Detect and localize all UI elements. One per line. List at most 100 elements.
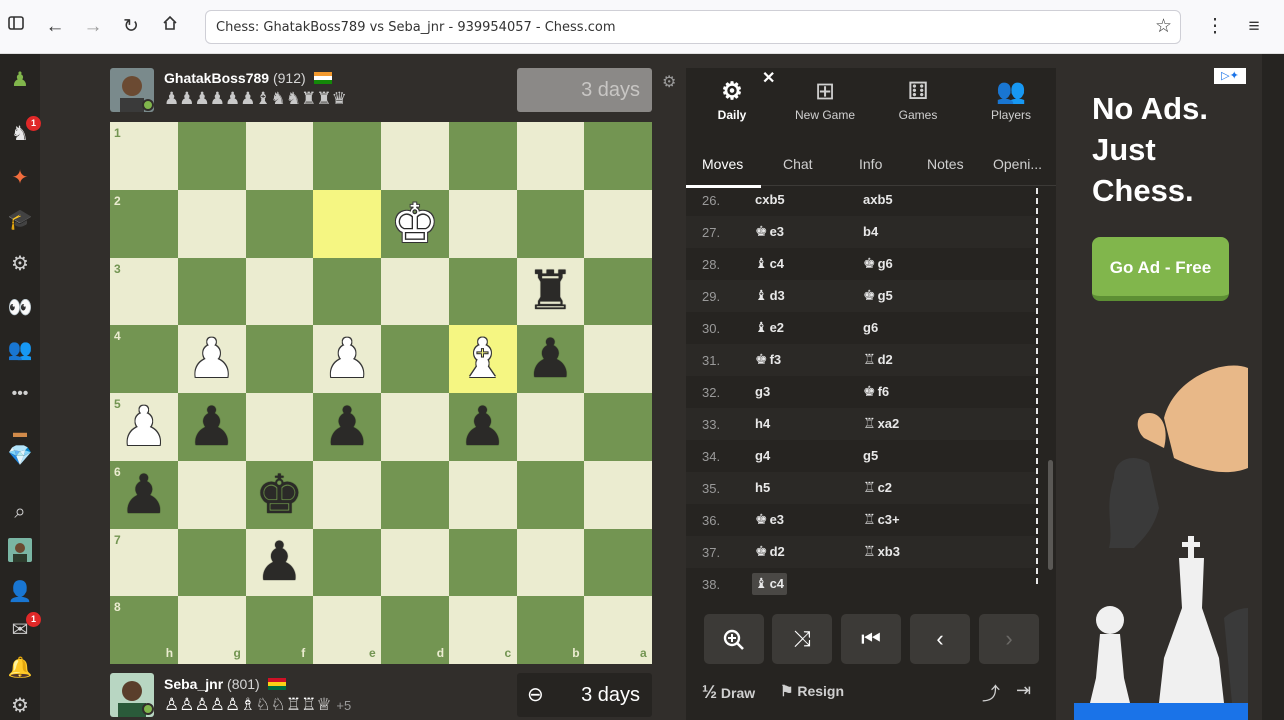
- bottom-player-username[interactable]: Seba_jnr: [164, 676, 223, 692]
- white-move[interactable]: ♝ c4: [752, 253, 787, 275]
- board-square[interactable]: [313, 460, 381, 529]
- learn-cap-icon[interactable]: 🎓: [6, 206, 34, 234]
- board-square[interactable]: [381, 393, 449, 461]
- black-move[interactable]: b4: [860, 221, 881, 243]
- white-move[interactable]: ♝ d3: [752, 285, 788, 307]
- black-king-piece[interactable]: ♚: [246, 461, 314, 529]
- first-move-button[interactable]: ⏮: [841, 614, 901, 664]
- flip-board-button[interactable]: ⤨: [772, 614, 832, 664]
- sidebar-toggle-icon[interactable]: [3, 14, 29, 40]
- board-square[interactable]: [516, 189, 585, 258]
- board-square[interactable]: [448, 122, 517, 190]
- bell-icon[interactable]: 🔔: [6, 654, 34, 682]
- black-move[interactable]: ♖ xa2: [860, 413, 902, 435]
- settings-icon[interactable]: ⚙: [6, 692, 34, 720]
- share-icon[interactable]: ⤴: [982, 680, 1000, 706]
- address-bar[interactable]: Chess: GhatakBoss789 vs Seba_jnr - 93995…: [205, 10, 1181, 44]
- black-pawn-piece[interactable]: ♟: [178, 393, 246, 461]
- black-move[interactable]: ♖ c2: [860, 477, 895, 499]
- white-move[interactable]: cxb5: [752, 189, 788, 211]
- board-square[interactable]: [245, 122, 314, 190]
- white-move[interactable]: g3: [752, 381, 773, 403]
- close-icon[interactable]: ✕: [762, 68, 775, 88]
- tab-moves[interactable]: Moves: [702, 156, 743, 172]
- bookmark-star-icon[interactable]: ☆: [1155, 15, 1172, 38]
- black-pawn-piece[interactable]: ♟: [449, 393, 517, 461]
- board-square[interactable]: [313, 528, 381, 597]
- kebab-menu-icon[interactable]: ⋮: [1202, 14, 1228, 40]
- hamburger-menu-icon[interactable]: ≡: [1241, 14, 1267, 40]
- analysis-icon[interactable]: ⚙: [6, 250, 34, 278]
- black-pawn-piece[interactable]: ♟: [246, 529, 314, 597]
- white-pawn-piece[interactable]: ♟: [178, 325, 246, 393]
- export-icon[interactable]: ⇥: [1016, 680, 1031, 701]
- go-ad-free-button[interactable]: Go Ad - Free: [1092, 237, 1229, 301]
- top-player-username[interactable]: GhatakBoss789: [164, 70, 269, 86]
- board-square[interactable]: [516, 528, 585, 597]
- board-square[interactable]: [584, 325, 652, 393]
- board-square[interactable]: [381, 325, 449, 393]
- white-move[interactable]: ♝ e2: [752, 317, 787, 339]
- board-square[interactable]: [245, 393, 314, 461]
- board-square[interactable]: [448, 257, 517, 326]
- forward-icon[interactable]: →: [80, 14, 106, 40]
- white-bishop-piece[interactable]: ♝: [449, 325, 517, 393]
- white-move[interactable]: h5: [752, 477, 773, 499]
- black-move[interactable]: ♚ f6: [860, 381, 892, 403]
- tab-openings[interactable]: Openi...: [993, 156, 1042, 172]
- board-square[interactable]: [381, 122, 449, 190]
- nav-games[interactable]: ⚅ Games: [872, 76, 964, 122]
- board-square[interactable]: [584, 257, 652, 326]
- board-square[interactable]: [516, 393, 585, 461]
- black-pawn-piece[interactable]: ♟: [110, 461, 178, 529]
- board-square[interactable]: [381, 460, 449, 529]
- search-icon[interactable]: ⌕: [6, 498, 34, 526]
- white-pawn-piece[interactable]: ♟: [313, 325, 381, 393]
- white-pawn-piece[interactable]: ♟: [110, 393, 178, 461]
- resign-button[interactable]: ⚑ Resign: [780, 682, 844, 700]
- board-square[interactable]: [313, 189, 381, 258]
- board-square[interactable]: [516, 122, 585, 190]
- top-player-name[interactable]: GhatakBoss789 (912): [164, 70, 332, 86]
- black-pawn-piece[interactable]: ♟: [517, 325, 585, 393]
- pawn-logo-icon[interactable]: ♟: [6, 66, 34, 94]
- black-move[interactable]: ♖ xb3: [860, 541, 903, 563]
- white-move[interactable]: ♚ e3: [752, 509, 787, 531]
- reload-icon[interactable]: ↻: [118, 14, 144, 40]
- board-square[interactable]: [584, 393, 652, 461]
- next-move-button[interactable]: ›: [979, 614, 1039, 664]
- home-icon[interactable]: [157, 14, 183, 40]
- board-square[interactable]: [584, 189, 652, 258]
- board-square[interactable]: [245, 257, 314, 326]
- friends-icon[interactable]: 👤: [6, 578, 34, 606]
- previous-move-button[interactable]: ‹: [910, 614, 970, 664]
- board-square[interactable]: [313, 122, 381, 190]
- black-move[interactable]: ♚ g5: [860, 285, 896, 307]
- tab-chat[interactable]: Chat: [783, 156, 813, 172]
- black-move[interactable]: ♖ d2: [860, 349, 896, 371]
- board-square[interactable]: [177, 528, 246, 597]
- board-square[interactable]: [448, 528, 517, 597]
- analyze-button[interactable]: [704, 614, 764, 664]
- nav-new-game[interactable]: ⊞ New Game: [779, 76, 871, 122]
- black-pawn-piece[interactable]: ♟: [313, 393, 381, 461]
- tab-notes[interactable]: Notes: [927, 156, 964, 172]
- board-square[interactable]: [584, 528, 652, 597]
- white-move[interactable]: ♚ f3: [752, 349, 784, 371]
- black-move[interactable]: ♚ g6: [860, 253, 896, 275]
- board-square[interactable]: [584, 460, 652, 529]
- board-square[interactable]: [381, 257, 449, 326]
- board-settings-icon[interactable]: ⚙: [662, 72, 676, 92]
- more-icon[interactable]: •••: [6, 380, 34, 408]
- board-square[interactable]: [313, 257, 381, 326]
- white-king-piece[interactable]: ♚: [381, 190, 449, 258]
- board-square[interactable]: [177, 122, 246, 190]
- black-move[interactable]: g6: [860, 317, 881, 339]
- nav-players[interactable]: 👥 Players: [965, 76, 1057, 122]
- ad-banner[interactable]: No Ads. Just Chess. Go Ad - Free: [1074, 68, 1248, 720]
- move-list-scrollbar[interactable]: [1048, 460, 1053, 570]
- board-square[interactable]: [245, 325, 314, 393]
- tab-info[interactable]: Info: [859, 156, 882, 172]
- browser-scrollbar[interactable]: [1262, 54, 1284, 720]
- draw-button[interactable]: ½ Draw: [702, 682, 755, 703]
